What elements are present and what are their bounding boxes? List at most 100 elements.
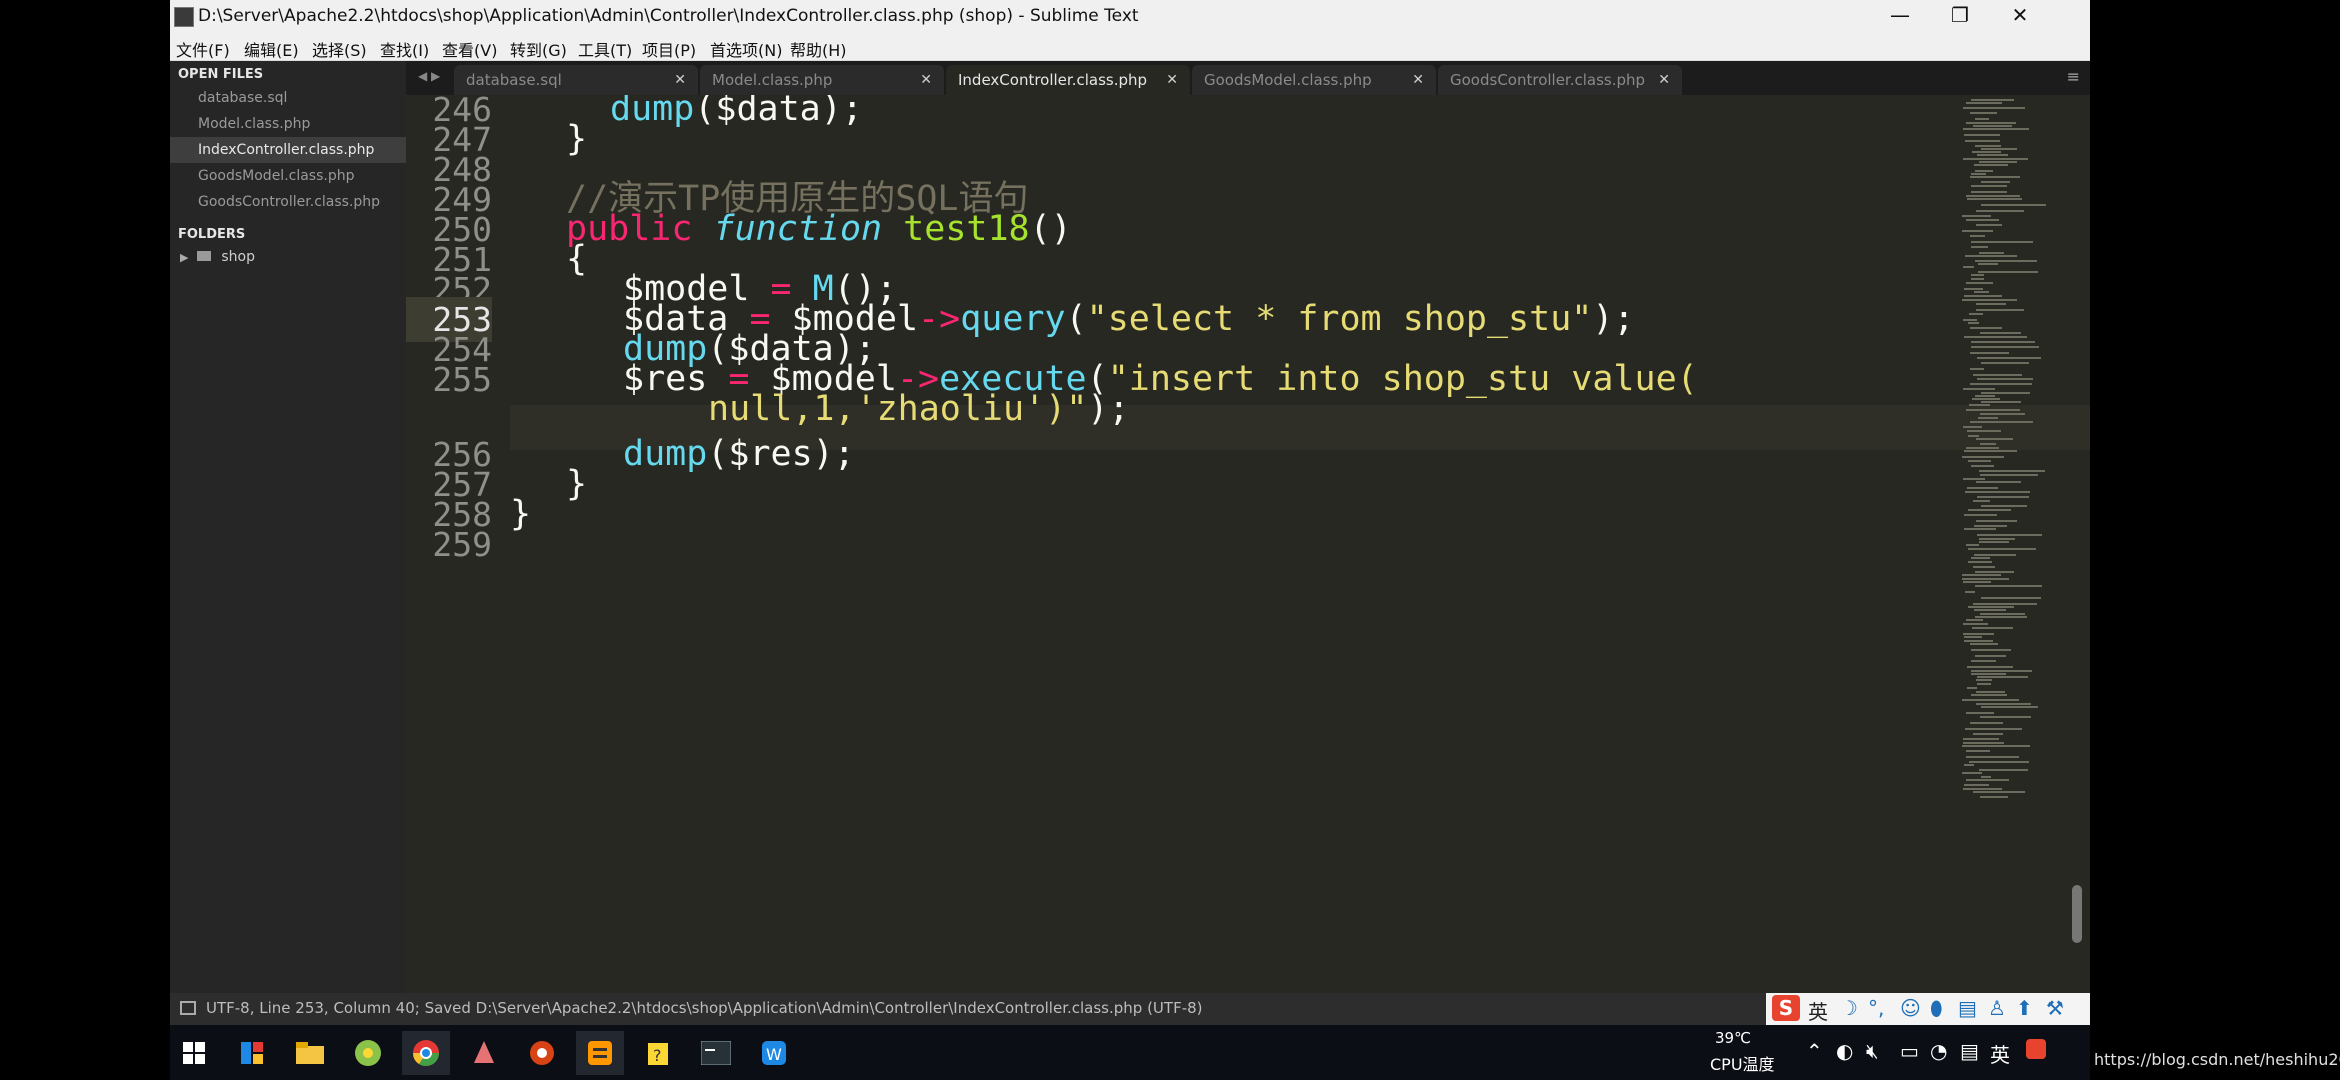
keyboard-icon[interactable]: ▤ — [1958, 996, 1977, 1020]
tab-menu-icon[interactable]: ≡ — [2067, 67, 2080, 86]
battery-icon[interactable]: ▭ — [1900, 1039, 1919, 1063]
wrench-icon[interactable]: ⚒ — [2046, 996, 2064, 1020]
punctuation-icon[interactable]: °, — [1868, 996, 1884, 1020]
minimap-line — [1966, 219, 1999, 221]
sidebar-file[interactable]: GoodsController.class.php — [170, 189, 406, 215]
app-icon[interactable]: ? — [634, 1031, 682, 1075]
minimap-line — [1965, 728, 2022, 730]
minimap-line — [1966, 750, 1990, 752]
minimap-line — [1964, 764, 1974, 766]
menu-select[interactable]: 选择(S) — [312, 37, 367, 61]
chevron-up-icon[interactable]: ⌃ — [1806, 1039, 1823, 1063]
app-icon[interactable]: W — [750, 1031, 798, 1075]
emoji-icon[interactable]: ☺ — [1900, 996, 1921, 1020]
menu-find[interactable]: 查找(I) — [380, 37, 429, 61]
code-token: query — [960, 299, 1066, 339]
minimap-line — [1962, 699, 2019, 701]
minimap[interactable] — [1958, 99, 2054, 819]
windows-start-icon[interactable] — [170, 1031, 218, 1075]
close-icon[interactable]: ✕ — [1412, 65, 1424, 95]
skin-icon[interactable]: ⬆ — [2016, 996, 2033, 1020]
app-tray-icon[interactable]: ◐ — [1836, 1039, 1853, 1063]
tab-label: GoodsModel.class.php — [1204, 71, 1372, 89]
menu-preferences[interactable]: 首选项(N) — [710, 37, 782, 61]
menu-goto[interactable]: 转到(G) — [510, 37, 567, 61]
user-icon[interactable]: ♙ — [1988, 996, 2006, 1020]
close-icon[interactable]: ✕ — [920, 65, 932, 95]
input-language-indicator[interactable]: 英 — [1990, 1039, 2010, 1068]
terminal-icon[interactable] — [692, 1031, 740, 1075]
tab-goods-model[interactable]: GoodsModel.class.php ✕ — [1192, 65, 1436, 95]
close-icon[interactable]: ✕ — [1658, 65, 1670, 95]
menu-view[interactable]: 查看(V) — [442, 37, 497, 61]
title-bar: D:\Server\Apache2.2\htdocs\shop\Applicat… — [170, 0, 2090, 34]
minimap-line — [1975, 118, 1989, 120]
minimap-line — [1976, 703, 2031, 705]
file-explorer-icon[interactable] — [286, 1031, 334, 1075]
sublime-text-icon[interactable] — [576, 1031, 624, 1075]
minimap-line — [1962, 578, 2009, 580]
app-icon[interactable] — [460, 1031, 508, 1075]
minimap-line — [1962, 745, 2030, 747]
minimap-line — [1978, 271, 2038, 273]
tab-database-sql[interactable]: database.sql ✕ — [454, 65, 698, 95]
code-line-255-wrap: null,1,'zhaoliu')"); — [708, 387, 1129, 432]
minimap-line — [1980, 443, 1996, 445]
vertical-scrollbar[interactable] — [2072, 885, 2082, 943]
moon-icon[interactable]: ☽ — [1840, 996, 1858, 1020]
minimize-button[interactable]: — — [1870, 0, 1930, 34]
notification-icon[interactable]: ▤ — [1960, 1039, 1979, 1063]
tab-goods-controller[interactable]: GoodsController.class.php ✕ — [1438, 65, 1682, 95]
tab-index-controller[interactable]: IndexController.class.php ✕ — [946, 65, 1190, 95]
wifi-icon[interactable]: ◔ — [1930, 1039, 1947, 1063]
sidebar-file[interactable]: GoodsModel.class.php — [170, 163, 406, 189]
menu-edit[interactable]: 编辑(E) — [244, 37, 299, 61]
sidebar-file-active[interactable]: IndexController.class.php — [170, 137, 406, 163]
close-button[interactable]: ✕ — [1990, 0, 2050, 34]
minimap-line — [1965, 255, 2017, 257]
chrome-icon[interactable] — [402, 1031, 450, 1075]
menu-help[interactable]: 帮助(H) — [790, 37, 847, 61]
minimap-line — [1962, 456, 2004, 458]
minimap-line — [1980, 332, 2021, 334]
ime-toolbar[interactable]: S 英 ☽ °, ☺ ⬮ ▤ ♙ ⬆ ⚒ — [1766, 993, 2090, 1025]
minimap-line — [1971, 670, 2032, 672]
sogou-tray-icon[interactable] — [2026, 1039, 2046, 1064]
menu-tools[interactable]: 工具(T) — [578, 37, 632, 61]
minimap-line — [1967, 687, 1977, 689]
minimap-line — [1976, 520, 2017, 522]
volume-muted-icon[interactable]: 🔇︎ — [1866, 1039, 1879, 1063]
open-files-header: OPEN FILES — [178, 67, 264, 82]
sidebar-file[interactable]: Model.class.php — [170, 111, 406, 137]
line-number: 259 — [432, 525, 492, 564]
minimap-line — [1971, 185, 2007, 187]
minimap-line — [1964, 134, 2000, 136]
sidebar-file-label: Model.class.php — [198, 116, 311, 132]
code-editor[interactable]: 246 247 248 249 250 251 252 253 254 255 … — [406, 95, 2090, 993]
microphone-icon[interactable]: ⬮ — [1930, 996, 1943, 1020]
close-icon[interactable]: ✕ — [1166, 65, 1178, 95]
line-number: 255 — [432, 360, 492, 399]
code-token: ( — [694, 95, 716, 129]
app-icon[interactable] — [228, 1031, 276, 1075]
folder-shop[interactable]: ▶ shop — [180, 249, 255, 265]
panel-toggle-icon[interactable] — [180, 1001, 196, 1015]
sidebar-file[interactable]: database.sql — [170, 85, 406, 111]
menu-file[interactable]: 文件(F) — [176, 37, 230, 61]
tab-model-class[interactable]: Model.class.php ✕ — [700, 65, 944, 95]
tab-nav-arrows-icon[interactable]: ◀ ▶ — [418, 69, 440, 83]
app-icon[interactable] — [344, 1031, 392, 1075]
maximize-button[interactable]: ❐ — [1930, 0, 1990, 34]
minimap-line — [1981, 362, 2029, 364]
minimap-line — [1963, 128, 2029, 130]
sogou-logo-icon[interactable]: S — [1772, 995, 1800, 1021]
app-icon[interactable] — [518, 1031, 566, 1075]
menu-project[interactable]: 项目(P) — [642, 37, 696, 61]
minimap-line — [1963, 388, 1995, 390]
minimap-line — [1963, 107, 2025, 109]
ime-language[interactable]: 英 — [1808, 996, 1828, 1025]
close-icon[interactable]: ✕ — [674, 65, 686, 95]
svg-text:?: ? — [653, 1046, 662, 1065]
minimap-line — [1976, 224, 2002, 226]
minimap-line — [1971, 341, 2035, 343]
